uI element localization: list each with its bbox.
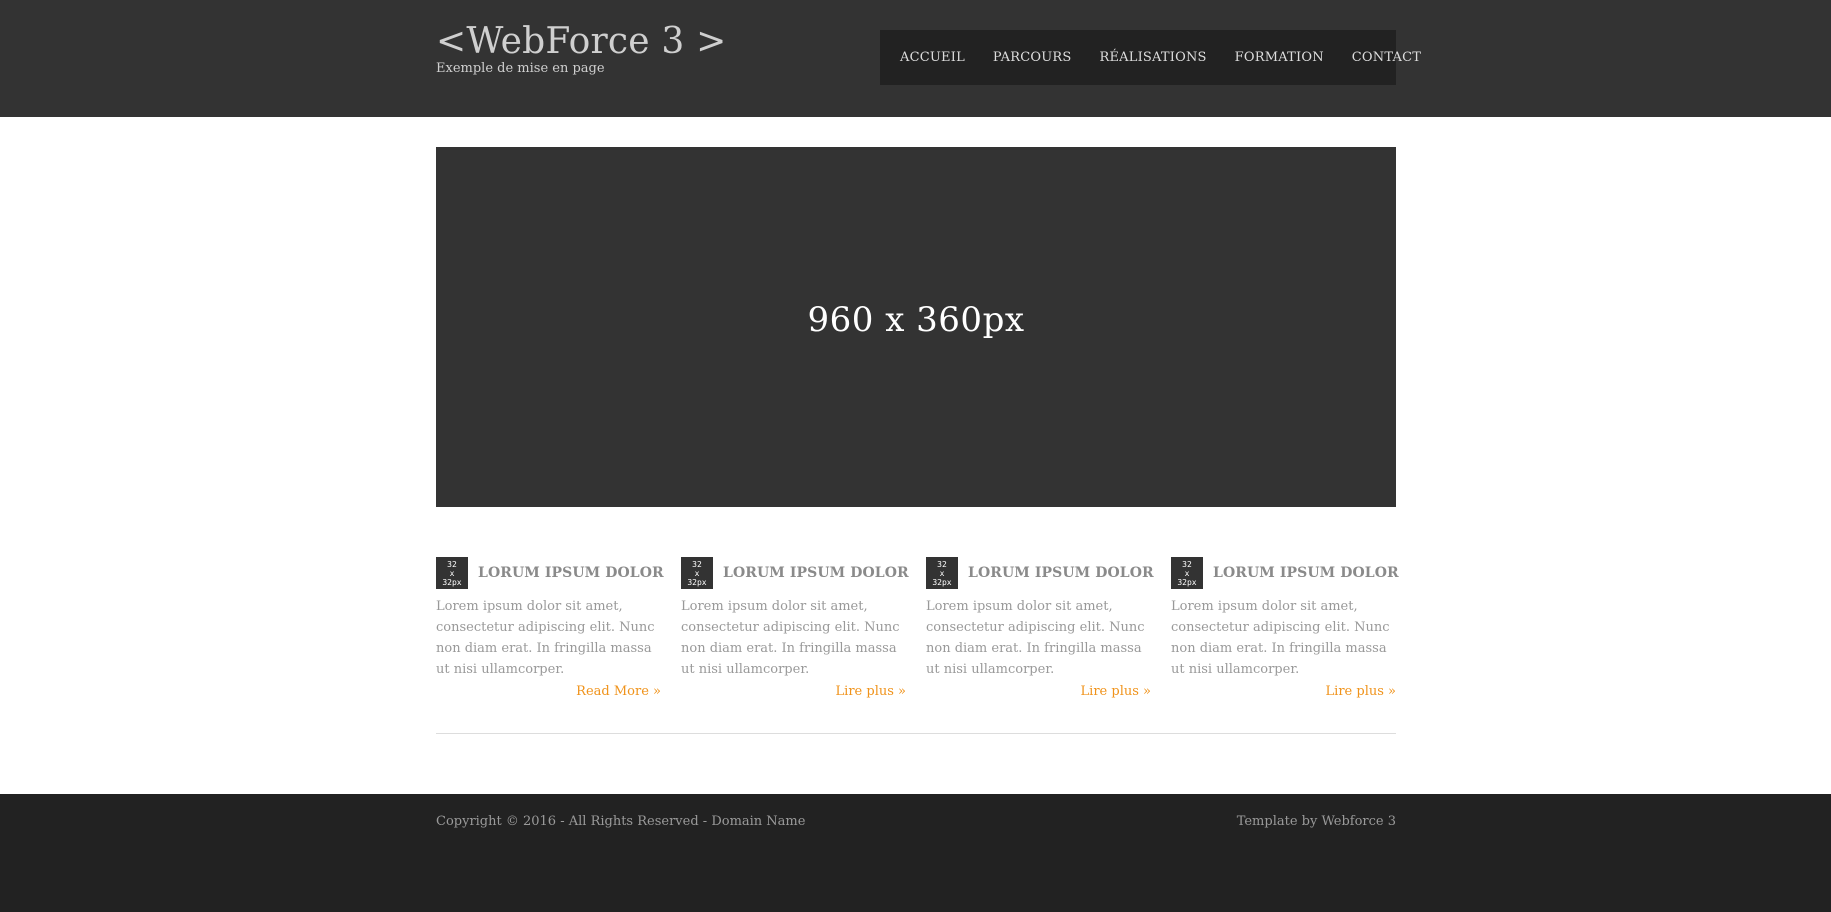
feature-title: LORUM IPSUM DOLOR <box>1213 565 1399 581</box>
feature-read-more-link[interactable]: Lire plus » <box>681 684 906 699</box>
feature-title: LORUM IPSUM DOLOR <box>478 565 664 581</box>
site-tagline: Exemple de mise en page <box>436 61 605 76</box>
feature-thumbnail: 32 x 32px <box>436 557 468 589</box>
feature-card: 32 x 32px LORUM IPSUM DOLOR Lorem ipsum … <box>436 556 664 699</box>
feature-title: LORUM IPSUM DOLOR <box>968 565 1154 581</box>
hero-placeholder-text: 960 x 360px <box>807 300 1025 340</box>
feature-text: Lorem ipsum dolor sit amet, consectetur … <box>436 599 655 677</box>
feature-title: LORUM IPSUM DOLOR <box>723 565 909 581</box>
nav-item-accueil[interactable]: ACCUEIL <box>900 50 965 65</box>
feature-thumbnail: 32 x 32px <box>1171 557 1203 589</box>
nav-item-formation[interactable]: FORMATION <box>1235 50 1324 65</box>
main-nav: ACCUEIL PARCOURS RÉALISATIONS FORMATION … <box>880 30 1421 85</box>
footer-credit: Template by Webforce 3 <box>1236 814 1396 829</box>
feature-card: 32 x 32px LORUM IPSUM DOLOR Lorem ipsum … <box>681 556 909 699</box>
features-section: 32 x 32px LORUM IPSUM DOLOR Lorem ipsum … <box>436 556 1399 706</box>
feature-card: 32 x 32px LORUM IPSUM DOLOR Lorem ipsum … <box>926 556 1154 699</box>
feature-read-more-link[interactable]: Lire plus » <box>1171 684 1396 699</box>
nav-item-parcours[interactable]: PARCOURS <box>993 50 1072 65</box>
feature-text: Lorem ipsum dolor sit amet, consectetur … <box>1171 599 1390 677</box>
footer-copyright: Copyright © 2016 - All Rights Reserved -… <box>436 814 806 829</box>
site-logo[interactable]: <WebForce 3 > <box>436 20 727 64</box>
feature-read-more-link[interactable]: Read More » <box>436 684 661 699</box>
nav-item-realisations[interactable]: RÉALISATIONS <box>1100 50 1207 65</box>
feature-card: 32 x 32px LORUM IPSUM DOLOR Lorem ipsum … <box>1171 556 1399 699</box>
feature-text: Lorem ipsum dolor sit amet, consectetur … <box>681 599 900 677</box>
feature-thumbnail: 32 x 32px <box>681 557 713 589</box>
feature-read-more-link[interactable]: Lire plus » <box>926 684 1151 699</box>
nav-item-contact[interactable]: CONTACT <box>1352 50 1421 65</box>
content-divider <box>436 733 1396 734</box>
site-header: <WebForce 3 > Exemple de mise en page AC… <box>0 0 1831 117</box>
site-footer: Copyright © 2016 - All Rights Reserved -… <box>0 794 1831 912</box>
hero-banner: 960 x 360px <box>436 147 1396 507</box>
feature-thumbnail: 32 x 32px <box>926 557 958 589</box>
feature-text: Lorem ipsum dolor sit amet, consectetur … <box>926 599 1145 677</box>
